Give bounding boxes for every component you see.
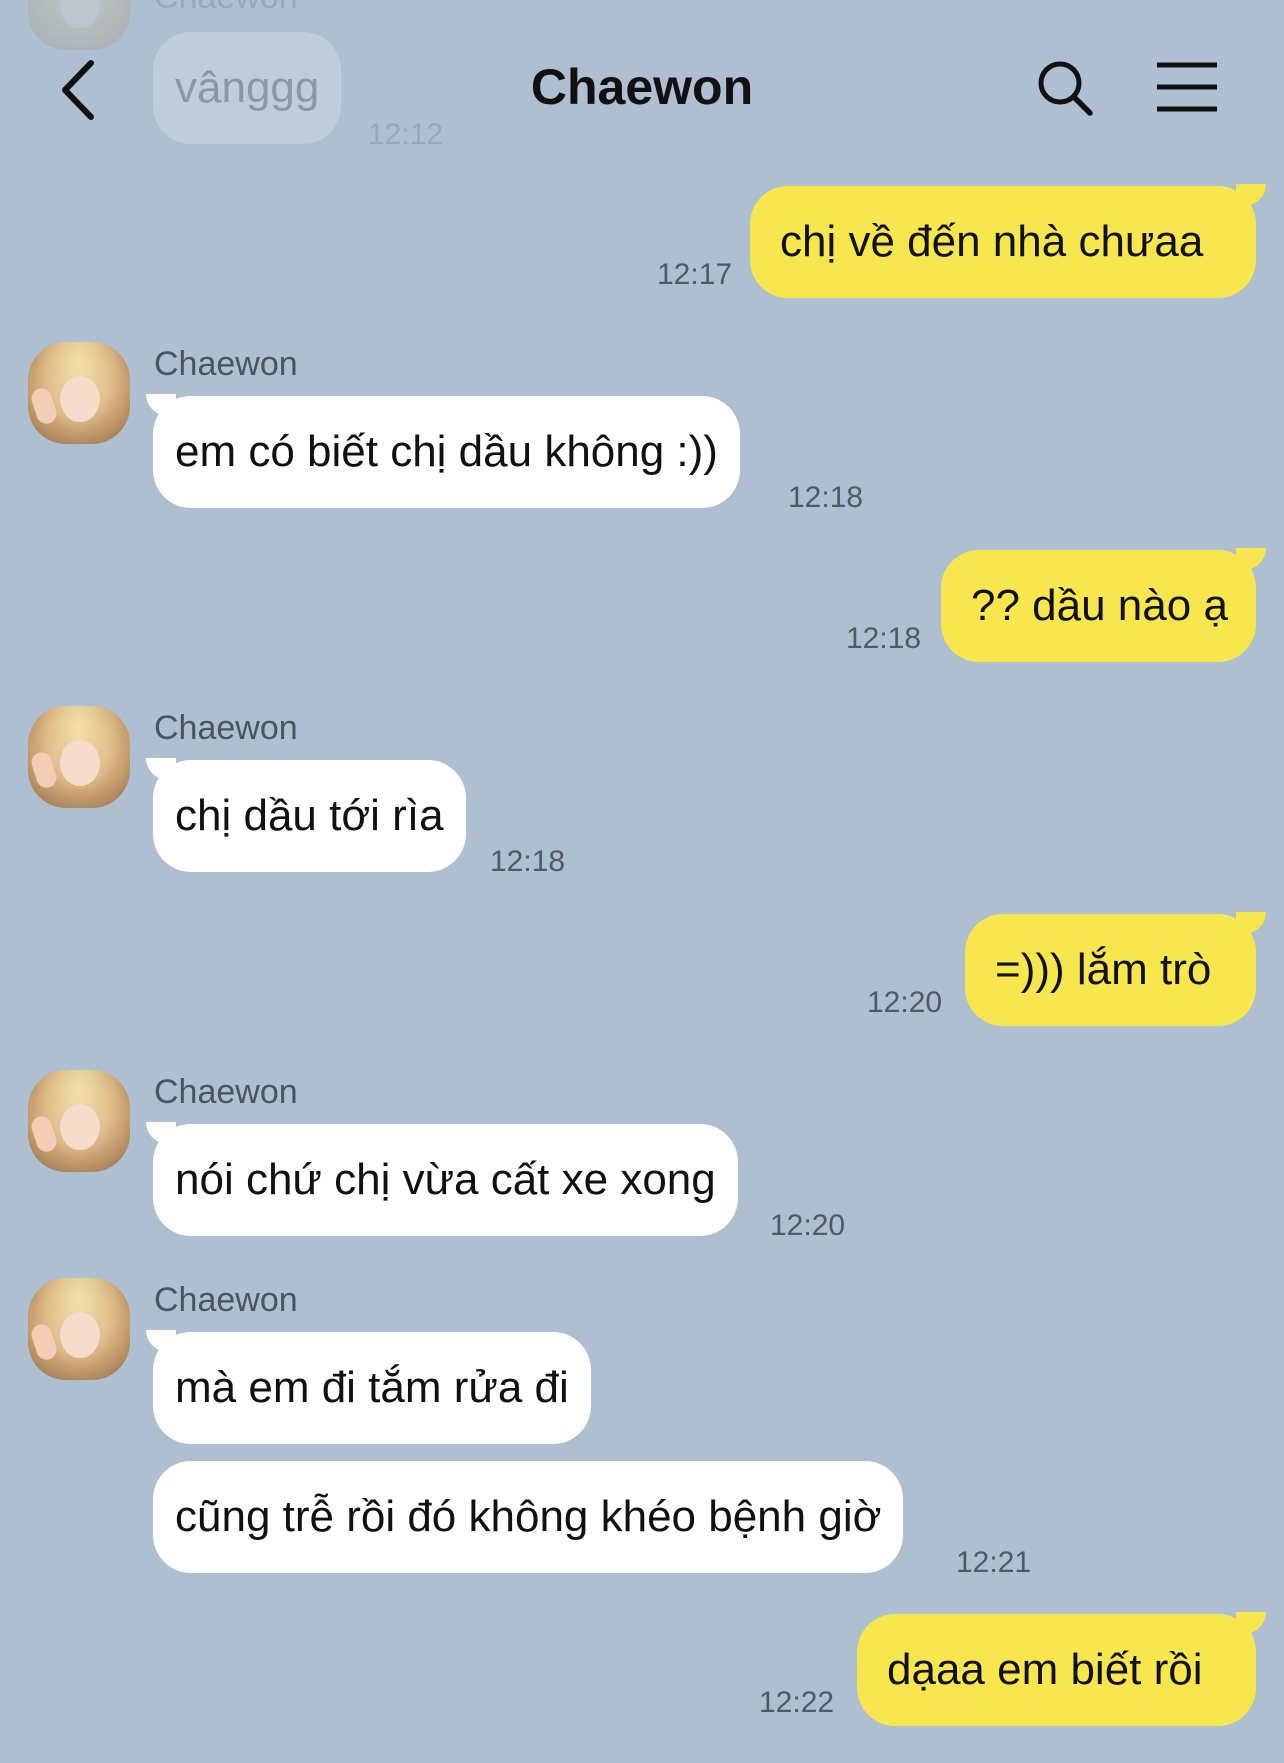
message-bubble[interactable]: nói chứ chị vừa cất xe xong	[153, 1124, 738, 1236]
message-bubble[interactable]: chị dầu tới rìa	[153, 760, 466, 872]
avatar[interactable]	[28, 1278, 130, 1380]
chat-header: Chaewon	[0, 0, 1284, 175]
bubble-tail	[1236, 184, 1266, 206]
avatar[interactable]	[28, 1070, 130, 1172]
sender-name: Chaewon	[154, 1281, 298, 1319]
avatar[interactable]	[28, 706, 130, 808]
message-bubble[interactable]: mà em đi tắm rửa đi	[153, 1332, 591, 1444]
menu-button[interactable]	[1155, 60, 1219, 114]
message-time: 12:18	[490, 845, 566, 878]
message-time: 12:18	[846, 622, 922, 655]
chat-screen: Chaewon vânggg 12:12 Chaewon chị về đế	[0, 0, 1284, 1763]
message-bubble[interactable]: chị về đến nhà chưaa	[750, 186, 1256, 298]
message-bubble[interactable]: em có biết chị dầu không :))	[153, 396, 740, 508]
message-bubble[interactable]: dạaa em biết rồi	[857, 1614, 1256, 1726]
bubble-tail	[1236, 912, 1266, 934]
message-time: 12:17	[657, 258, 733, 291]
message-time: 12:22	[759, 1686, 835, 1719]
avatar[interactable]	[28, 342, 130, 444]
message-bubble[interactable]: =))) lắm trò	[965, 914, 1256, 1026]
message-bubble[interactable]: ?? dầu nào ạ	[941, 550, 1256, 662]
hamburger-menu-icon	[1157, 62, 1217, 112]
message-time: 12:18	[788, 481, 864, 514]
message-time: 12:20	[867, 986, 943, 1019]
message-time: 12:21	[956, 1546, 1032, 1579]
message-bubble[interactable]: cũng trễ rồi đó không khéo bệnh giờ	[153, 1461, 904, 1573]
search-icon	[1038, 61, 1093, 116]
bubble-tail	[1236, 1612, 1266, 1634]
message-time: 12:20	[770, 1209, 846, 1242]
bubble-tail	[1236, 548, 1266, 570]
sender-name: Chaewon	[154, 345, 298, 383]
sender-name: Chaewon	[154, 709, 298, 747]
sender-name: Chaewon	[154, 1073, 298, 1111]
search-button[interactable]	[1035, 58, 1095, 118]
